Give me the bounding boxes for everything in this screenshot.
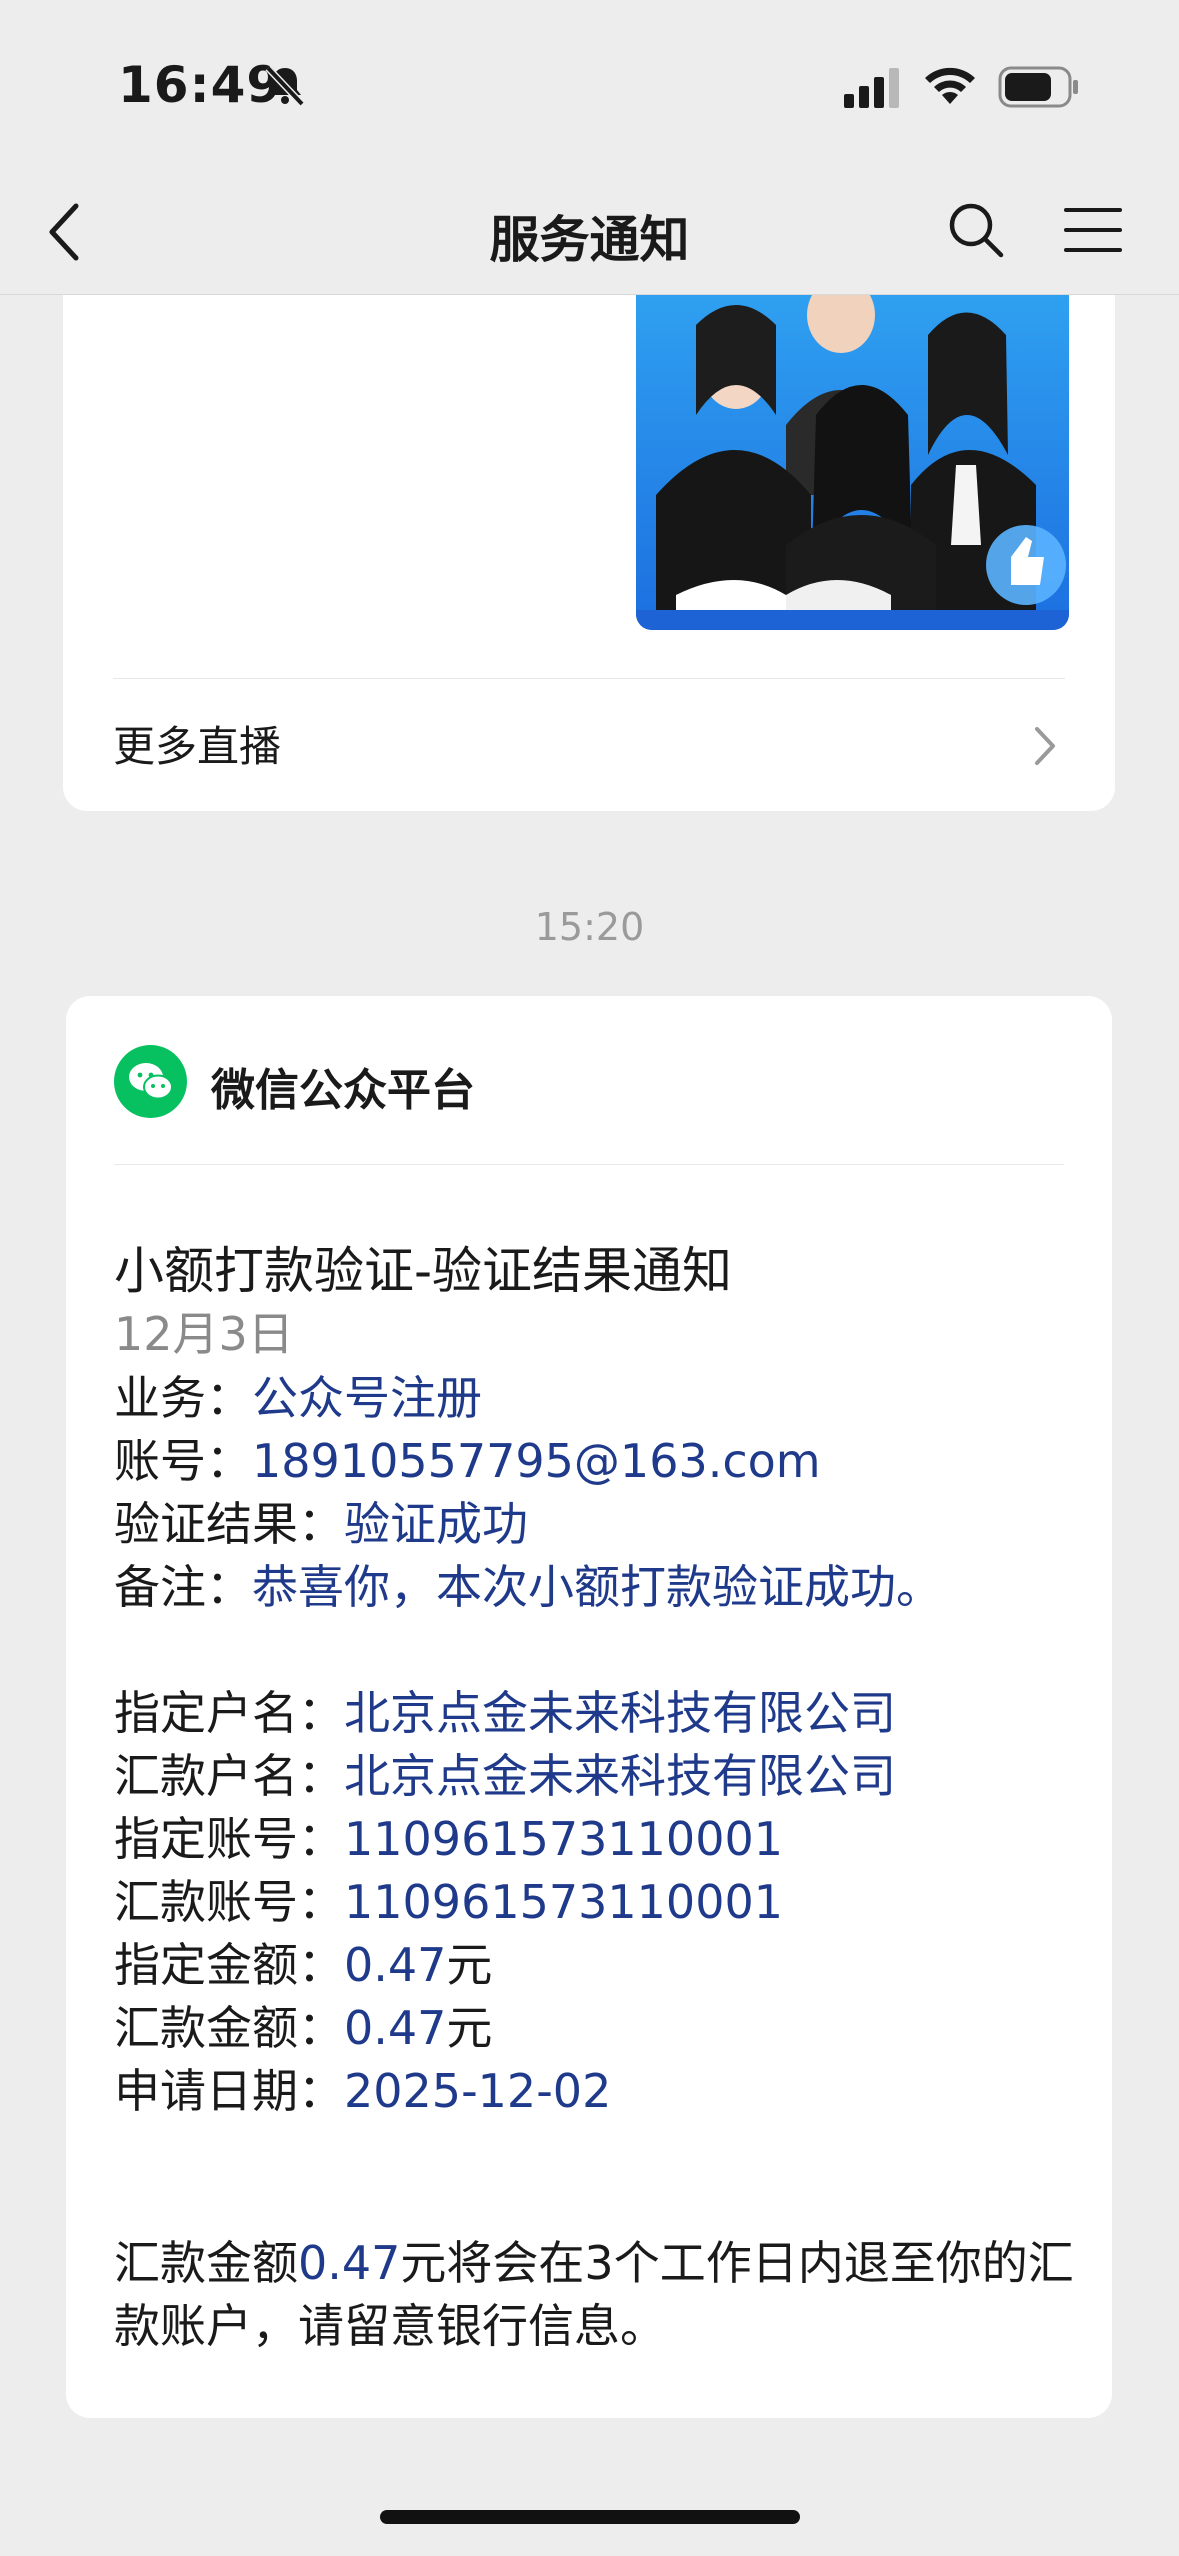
sender-name: 微信公众平台	[211, 1065, 475, 1116]
chevron-right-icon[interactable]	[1031, 723, 1059, 769]
field-row: 申请日期：2025-12-02	[114, 2060, 611, 2123]
cellular-signal-icon	[844, 68, 899, 108]
refund-note: 汇款金额0.47元将会在3个工作日内退至你的汇款账户，请留意银行信息。	[114, 2232, 1074, 2358]
field-value: 验证成功	[344, 1497, 528, 1551]
note-prefix: 汇款金额	[114, 2236, 298, 2290]
field-label: 申请日期：	[114, 2064, 344, 2118]
field-value: 北京点金未来科技有限公司	[344, 1749, 896, 1803]
battery-icon	[998, 66, 1078, 108]
field-row: 账号：18910557795@163.com	[114, 1430, 821, 1493]
field-row: 汇款金额：0.47元	[114, 1997, 492, 2060]
field-value: 110961573110001	[344, 1812, 783, 1866]
menu-icon[interactable]	[1062, 200, 1124, 260]
more-live-link[interactable]: 更多直播	[113, 713, 281, 774]
field-label: 业务：	[114, 1371, 252, 1425]
field-label: 指定户名：	[114, 1686, 344, 1740]
search-icon[interactable]	[946, 200, 1006, 260]
divider	[113, 678, 1065, 679]
notification-date: 12月3日	[114, 1307, 294, 1361]
nav-bar: 服务通知	[0, 170, 1179, 295]
field-label: 指定账号：	[114, 1812, 344, 1866]
field-row: 汇款户名：北京点金未来科技有限公司	[114, 1745, 896, 1808]
field-row: 验证结果：验证成功	[114, 1493, 528, 1556]
mute-bell-icon	[265, 65, 305, 107]
field-value: 18910557795@163.com	[252, 1434, 821, 1488]
field-row: 业务：公众号注册	[114, 1367, 482, 1430]
divider	[114, 1164, 1064, 1165]
field-row: 汇款账号：110961573110001	[114, 1871, 783, 1934]
field-value: 北京点金未来科技有限公司	[344, 1686, 896, 1740]
field-row: 指定账号：110961573110001	[114, 1808, 783, 1871]
status-time: 16:49	[118, 56, 283, 114]
field-row: 指定金额：0.47元	[114, 1934, 492, 1997]
status-bar: 16:49	[0, 0, 1179, 170]
field-value: 2025-12-02	[344, 2064, 612, 2118]
field-value: 110961573110001	[344, 1875, 783, 1929]
field-row: 备注：恭喜你，本次小额打款验证成功。	[114, 1556, 942, 1619]
field-value: 公众号注册	[252, 1371, 482, 1425]
field-unit: 元	[446, 2001, 493, 2055]
message-timestamp: 15:20	[534, 905, 645, 949]
field-label: 账号：	[114, 1434, 252, 1488]
field-label: 汇款账号：	[114, 1875, 344, 1929]
field-value: 0.47	[344, 1938, 447, 1992]
live-stream-thumbnail[interactable]	[636, 295, 1069, 630]
live-stream-card: 更多直播	[63, 295, 1115, 811]
field-label: 指定金额：	[114, 1938, 344, 1992]
notification-card[interactable]: 微信公众平台 小额打款验证-验证结果通知 12月3日 业务：公众号注册 账号：1…	[66, 996, 1112, 2418]
field-row: 指定户名：北京点金未来科技有限公司	[114, 1682, 896, 1745]
notification-title: 小额打款验证-验证结果通知	[114, 1242, 733, 1300]
field-value: 恭喜你，本次小额打款验证成功。	[252, 1560, 942, 1614]
note-amount: 0.47	[298, 2236, 401, 2290]
field-label: 备注：	[114, 1560, 252, 1614]
wechat-logo-icon	[114, 1045, 187, 1118]
field-unit: 元	[446, 1938, 493, 1992]
field-label: 汇款户名：	[114, 1749, 344, 1803]
field-label: 验证结果：	[114, 1497, 344, 1551]
home-indicator[interactable]	[380, 2510, 800, 2524]
wifi-icon	[925, 67, 975, 104]
field-value: 0.47	[344, 2001, 447, 2055]
field-label: 汇款金额：	[114, 2001, 344, 2055]
